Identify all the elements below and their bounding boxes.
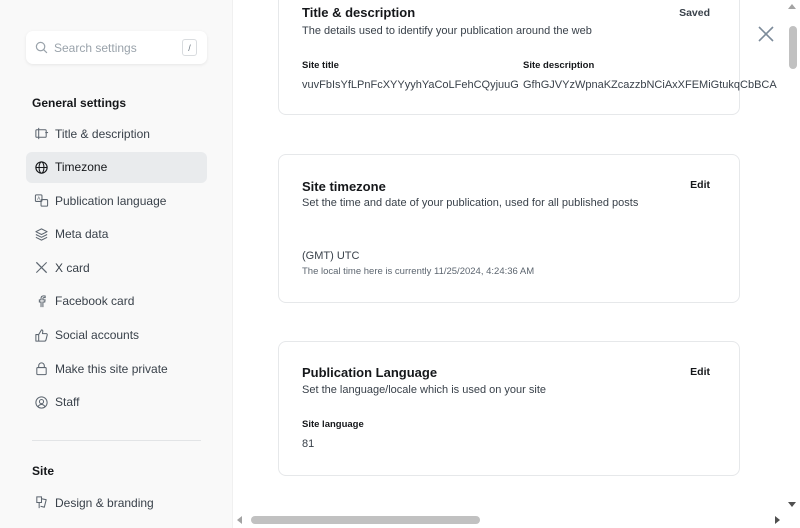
settings-sidebar: Search settings / General settings Title…: [0, 0, 233, 528]
search-shortcut-key: /: [182, 39, 197, 56]
search-icon: [35, 41, 48, 54]
settings-main: Title & description The details used to …: [233, 0, 786, 512]
sidebar-item-label: Social accounts: [55, 328, 140, 343]
card-title: Title & description: [302, 5, 416, 20]
scroll-down-arrow[interactable]: [788, 502, 796, 507]
site-title-value: vuvFbIsYfLPnFcXYYyyhYaCoLFehCQyjuuG: [302, 79, 519, 91]
sidebar-item-staff[interactable]: Staff: [26, 387, 207, 418]
card-title: Site timezone: [302, 179, 386, 194]
sidebar-item-label: Facebook card: [55, 294, 135, 309]
site-heading: Site: [32, 464, 55, 478]
x-logo-icon: [35, 262, 48, 274]
card-title: Publication Language: [302, 365, 438, 380]
scroll-right-arrow[interactable]: [775, 516, 780, 524]
site-description-label: Site description: [523, 60, 595, 71]
general-settings-nav: Title & description Timezone A Publicati…: [26, 118, 207, 420]
sidebar-item-x-card[interactable]: X card: [26, 252, 207, 283]
sidebar-item-label: Design & branding: [55, 495, 154, 510]
sidebar-item-timezone[interactable]: Timezone: [26, 151, 207, 183]
layers-icon: [35, 228, 48, 241]
vertical-scroll-thumb[interactable]: [789, 26, 797, 69]
thumbs-up-icon: [35, 328, 48, 342]
sidebar-item-label: Meta data: [55, 227, 109, 242]
facebook-icon: [38, 295, 46, 308]
title-icon: [35, 127, 49, 140]
sidebar-item-publication-language[interactable]: A Publication language: [26, 185, 207, 216]
scroll-left-arrow[interactable]: [237, 516, 242, 524]
sidebar-item-label: X card: [55, 260, 90, 275]
lock-icon: [36, 362, 47, 376]
sidebar-item-make-site-private[interactable]: Make this site private: [26, 353, 207, 384]
brush-icon: [36, 496, 47, 509]
sidebar-item-label: Staff: [55, 395, 80, 410]
site-language-value: 81: [302, 438, 315, 450]
close-icon[interactable]: [757, 25, 775, 43]
scroll-up-arrow[interactable]: [788, 4, 796, 9]
title-description-card: Title & description The details used to …: [278, 0, 777, 115]
sidebar-item-title-description[interactable]: Title & description: [26, 118, 207, 149]
site-timezone-card: Site timezone Set the time and date of y…: [278, 154, 740, 303]
horizontal-scroll-thumb[interactable]: [251, 516, 480, 524]
local-time-text: The local time here is currently 11/25/2…: [302, 266, 535, 277]
sidebar-item-label: Timezone: [55, 160, 108, 175]
site-language-label: Site language: [302, 419, 364, 430]
sidebar-item-meta-data[interactable]: Meta data: [26, 219, 207, 250]
site-title-label: Site title: [302, 60, 339, 71]
publication-language-card: Publication Language Set the language/lo…: [278, 341, 740, 476]
timezone-edit-button[interactable]: Edit: [690, 179, 710, 191]
sidebar-item-facebook-card[interactable]: Facebook card: [26, 286, 207, 317]
sidebar-item-design-branding[interactable]: Design & branding: [26, 487, 207, 518]
sidebar-item-social-accounts[interactable]: Social accounts: [26, 320, 207, 351]
card-subtitle: Set the language/locale which is used on…: [302, 384, 546, 396]
saved-status: Saved: [679, 7, 710, 19]
vertical-scrollbar[interactable]: [786, 0, 800, 512]
search-box[interactable]: Search settings /: [26, 31, 207, 64]
sidebar-item-label: Title & description: [55, 126, 150, 141]
card-subtitle: The details used to identify your public…: [302, 25, 592, 37]
general-settings-heading: General settings: [32, 96, 127, 110]
search-input[interactable]: Search settings: [54, 41, 182, 55]
site-nav: Design & branding: [26, 487, 207, 521]
language-icon: A: [34, 194, 49, 207]
staff-icon: [35, 396, 48, 409]
card-subtitle: Set the time and date of your publicatio…: [302, 197, 639, 209]
sidebar-item-label: Make this site private: [55, 361, 168, 376]
language-edit-button[interactable]: Edit: [690, 366, 710, 378]
site-description-value: GfhGJVYzWpnaKZcazzbNCiAxXFEMiGtukqCbBCA: [523, 79, 777, 91]
globe-icon: [35, 160, 48, 174]
sidebar-item-label: Publication language: [55, 193, 167, 208]
sidebar-divider: [32, 440, 201, 441]
timezone-value: (GMT) UTC: [302, 250, 360, 262]
